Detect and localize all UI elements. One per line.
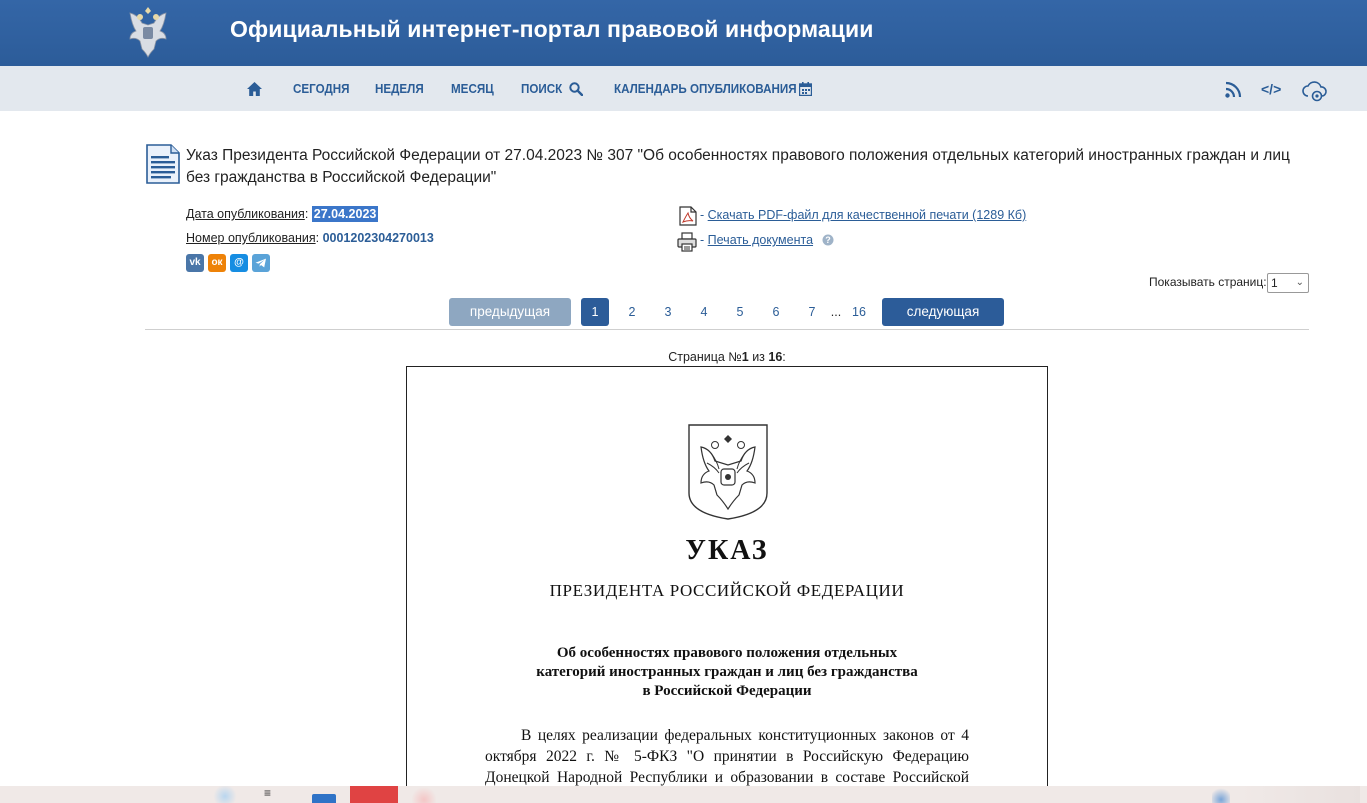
- printer-icon[interactable]: [677, 232, 697, 252]
- divider: [145, 329, 1309, 330]
- calendar-icon[interactable]: [799, 82, 812, 96]
- opera-browser-icon[interactable]: [350, 786, 398, 803]
- next-page-button[interactable]: следующая: [882, 298, 1004, 326]
- print-document-link[interactable]: Печать документа: [708, 233, 813, 247]
- moimir-icon[interactable]: @: [230, 254, 248, 272]
- nav-calendar[interactable]: КАЛЕНДАРЬ ОПУБЛИКОВАНИЯ: [614, 82, 797, 96]
- telegram-plane-icon: [255, 258, 266, 268]
- page-counter-suffix: :: [782, 350, 786, 364]
- api-code-icon[interactable]: </>: [1261, 81, 1281, 97]
- publication-number-value: 0001202304270013: [322, 231, 434, 245]
- page-counter-current: 1: [741, 350, 749, 364]
- vk-icon[interactable]: vk: [186, 254, 204, 272]
- colon: :: [315, 231, 320, 245]
- nav-search[interactable]: ПОИСК: [521, 82, 562, 96]
- page-link-16[interactable]: 16: [850, 298, 868, 326]
- home-icon[interactable]: [246, 81, 263, 97]
- pdf-download-link[interactable]: Скачать PDF-файл для качественной печати…: [708, 208, 1027, 222]
- decree-subject: Об особенностях правового положения отде…: [407, 644, 1047, 701]
- publication-number-label: Номер опубликования: [186, 231, 316, 245]
- decree-subject-line: в Российской Федерации: [642, 683, 812, 699]
- publication-date: Дата опубликования: 27.04.2023: [186, 206, 379, 222]
- decree-heading: УКАЗ: [685, 535, 769, 566]
- odnoklassniki-icon[interactable]: ок: [208, 254, 226, 272]
- page-link-6[interactable]: 6: [768, 298, 784, 326]
- colon: :: [304, 207, 309, 221]
- tray-icon[interactable]: [1212, 786, 1230, 803]
- publication-number: Номер опубликования: 0001202304270013: [186, 231, 434, 245]
- previous-page-button[interactable]: предыдущая: [449, 298, 571, 326]
- cloud-settings-icon[interactable]: [1301, 79, 1329, 103]
- pdf-download: - Скачать PDF-файл для качественной печа…: [700, 208, 1026, 222]
- store-icon[interactable]: [312, 794, 336, 803]
- page-link-1[interactable]: 1: [581, 298, 609, 326]
- system-tray[interactable]: [1240, 786, 1360, 803]
- search-icon[interactable]: [569, 82, 583, 96]
- page-link-5[interactable]: 5: [732, 298, 748, 326]
- site-header: Официальный интернет-портал правовой инф…: [0, 0, 1367, 66]
- pdf-file-icon[interactable]: [679, 206, 697, 226]
- dash: -: [700, 233, 705, 247]
- decree-subheading: ПРЕЗИДЕНТА РОССИЙСКОЙ ФЕДЕРАЦИИ: [549, 581, 905, 600]
- site-title[interactable]: Официальный интернет-портал правовой инф…: [230, 16, 874, 43]
- chevron-down-icon: ⌄: [1295, 277, 1304, 288]
- print-document: - Печать документа: [700, 233, 813, 247]
- dash: -: [700, 208, 705, 222]
- page-counter-total: 16: [768, 350, 783, 364]
- page-counter-mid: из: [752, 350, 765, 364]
- nav-month[interactable]: МЕСЯЦ: [451, 82, 494, 96]
- help-icon[interactable]: ?: [822, 234, 834, 246]
- rss-icon[interactable]: [1225, 81, 1242, 98]
- decree-subject-line: категорий иностранных граждан и лиц без …: [536, 664, 918, 680]
- publication-date-value: 27.04.2023: [311, 206, 379, 222]
- publication-date-label: Дата опубликования: [186, 207, 305, 221]
- nav-week[interactable]: НЕДЕЛЯ: [375, 82, 424, 96]
- document-icon: [146, 144, 180, 184]
- pages-per-view-select[interactable]: 1 ⌄: [1267, 273, 1309, 293]
- document-page-view[interactable]: УКАЗ ПРЕЗИДЕНТА РОССИЙСКОЙ ФЕДЕРАЦИИ Об …: [406, 366, 1048, 803]
- telegram-icon[interactable]: [252, 254, 270, 272]
- taskbar: ≡: [0, 786, 1367, 803]
- page-link-4[interactable]: 4: [696, 298, 712, 326]
- document-title: Указ Президента Российской Федерации от …: [186, 147, 1290, 186]
- pages-per-view-label: Показывать страниц:: [1149, 275, 1267, 289]
- page-counter-prefix: Страница №: [668, 350, 742, 364]
- svg-text:?: ?: [825, 235, 831, 245]
- state-emblem-icon: [688, 424, 768, 520]
- page-link-7[interactable]: 7: [804, 298, 820, 326]
- weather-icon[interactable]: [212, 786, 238, 803]
- nav-today[interactable]: СЕГОДНЯ: [293, 82, 350, 96]
- decree-subject-line: Об особенностях правового положения отде…: [556, 645, 898, 661]
- page-counter: Страница №1 из 16:: [0, 350, 1367, 364]
- task-view-icon[interactable]: ≡: [264, 786, 280, 803]
- app-icon[interactable]: [412, 786, 436, 803]
- page-link-3[interactable]: 3: [660, 298, 676, 326]
- page-link-2[interactable]: 2: [624, 298, 640, 326]
- russian-emblem-icon[interactable]: [120, 3, 176, 61]
- pagination-ellipsis: ...: [830, 305, 842, 319]
- pages-per-view-value: 1: [1271, 276, 1278, 290]
- main-nav: СЕГОДНЯ НЕДЕЛЯ МЕСЯЦ ПОИСК КАЛЕНДАРЬ ОПУ…: [0, 66, 1367, 111]
